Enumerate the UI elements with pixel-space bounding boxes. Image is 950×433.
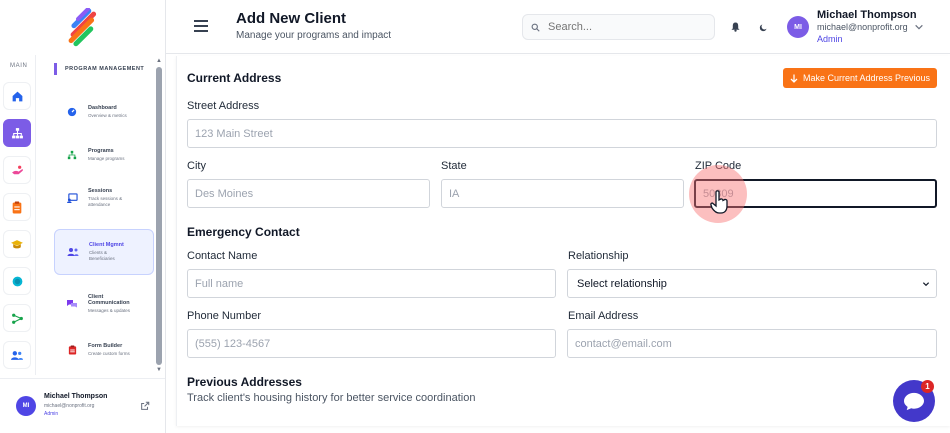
city-label: City (187, 160, 206, 172)
chat-notification-badge: 1 (921, 380, 934, 393)
sidebar-item-title: Programs (88, 148, 114, 154)
rail-network-button[interactable] (3, 304, 31, 332)
scroll-up-icon[interactable]: ▲ (155, 57, 163, 65)
relationship-label: Relationship (568, 250, 629, 262)
header-avatar[interactable]: MI (787, 16, 809, 38)
footer-user-email: michael@nonprofit.org (44, 403, 95, 409)
search-box[interactable] (522, 14, 715, 40)
sidebar-item-title: Dashboard (88, 105, 117, 111)
theme-toggle-button[interactable] (757, 21, 769, 33)
sidebar-item-client-communication[interactable]: Client Communication Messages & updates (54, 281, 154, 327)
footer-user-role: Admin (44, 411, 59, 417)
clipboard-icon (12, 201, 22, 213)
sidebar-item-title: Form Builder (88, 343, 123, 349)
sidebar-item-client-mgmnt[interactable]: Client Mgmnt Clients & Beneficiaries (54, 229, 154, 275)
contact-name-input[interactable] (187, 269, 556, 298)
sidebar-item-sub: Messages & updates (88, 308, 131, 313)
page-subtitle: Manage your programs and impact (236, 30, 392, 41)
sidebar-item-sub: Clients & Beneficiaries (89, 250, 115, 261)
relationship-select[interactable]: Select relationship (567, 269, 937, 298)
chat-icon (66, 298, 78, 310)
top-header: Add New Client Manage your programs and … (166, 0, 950, 54)
header-user-email: michael@nonprofit.org (817, 22, 908, 32)
globe-icon (12, 276, 22, 286)
relationship-select-value: Select relationship (577, 277, 667, 290)
sidebar-item-dashboard[interactable]: Dashboard Overview & metrics (54, 89, 154, 135)
sidebar-item-title: Client Mgmnt (89, 242, 124, 248)
share-nodes-icon (11, 313, 23, 324)
emergency-contact-heading: Emergency Contact (187, 225, 300, 239)
users-icon (11, 350, 23, 360)
sidebar-section-title: PROGRAM MANAGEMENT (54, 63, 144, 75)
footer-user-name: Michael Thompson (44, 393, 108, 400)
avatar[interactable]: MI (16, 396, 36, 416)
rail-global-button[interactable] (3, 267, 31, 295)
email-address-input[interactable] (567, 329, 937, 358)
rail-home-button[interactable] (3, 82, 31, 110)
sidebar-item-sub: Manage programs (88, 156, 125, 161)
sidebar-item-sessions[interactable]: Sessions Track sessions & attendance (54, 175, 154, 221)
header-user-name: Michael Thompson (817, 9, 917, 21)
scroll-thumb[interactable] (156, 67, 162, 365)
app-logo (68, 8, 97, 47)
email-address-label: Email Address (568, 310, 639, 322)
street-address-label: Street Address (187, 100, 260, 112)
rail-label: MAIN (10, 63, 28, 69)
sidebar-item-programs[interactable]: Programs Manage programs (54, 132, 154, 178)
rail-programs-button[interactable] (3, 119, 31, 147)
chevron-down-icon (922, 282, 930, 287)
make-address-previous-button[interactable]: Make Current Address Previous (783, 68, 937, 88)
clients-icon (67, 246, 79, 258)
previous-addresses-description: Track client's housing history for bette… (187, 392, 476, 404)
notifications-button[interactable] (729, 21, 741, 33)
external-link-icon[interactable] (140, 401, 150, 411)
chat-bubble-icon (904, 392, 924, 411)
sidebar-item-sub: Overview & metrics (88, 113, 127, 118)
rail-reports-button[interactable] (3, 193, 31, 221)
graduation-cap-icon (11, 239, 23, 248)
search-input[interactable] (548, 21, 698, 33)
sidebar: PROGRAM MANAGEMENT Dashboard Overview & m… (36, 55, 164, 375)
sidebar-item-form-builder[interactable]: Form Builder Create custom forms (54, 327, 154, 373)
hand-cursor-icon (710, 190, 728, 214)
city-input[interactable] (187, 179, 430, 208)
current-address-heading: Current Address (187, 71, 282, 85)
arrow-down-icon (790, 74, 798, 83)
sidebar-scrollbar[interactable]: ▲ ▼ (155, 57, 163, 375)
make-address-previous-label: Make Current Address Previous (802, 73, 931, 83)
phone-number-label: Phone Number (187, 310, 261, 322)
scroll-down-icon[interactable]: ▼ (155, 366, 163, 374)
sidebar-item-sub: Create custom forms (88, 351, 130, 356)
dashboard-icon (66, 106, 78, 118)
programs-icon (66, 149, 78, 161)
contact-name-label: Contact Name (187, 250, 258, 262)
sidebar-item-sub: Track sessions & attendance (88, 196, 123, 207)
home-icon (12, 91, 22, 101)
street-address-input[interactable] (187, 119, 937, 148)
state-label: State (441, 160, 467, 172)
sidebar-border (165, 0, 166, 433)
rail-education-button[interactable] (3, 230, 31, 258)
rail-donations-button[interactable] (3, 156, 31, 184)
sidebar-footer: MI Michael Thompson michael@nonprofit.or… (0, 378, 165, 433)
hand-heart-icon (11, 165, 23, 174)
state-input[interactable] (441, 179, 684, 208)
sidebar-item-title: Sessions (88, 188, 113, 194)
page-title: Add New Client (236, 10, 347, 27)
header-user-role: Admin (817, 34, 843, 44)
sitemap-icon (11, 127, 23, 138)
rail-users-button[interactable] (3, 341, 31, 369)
chevron-down-icon[interactable] (914, 22, 924, 32)
client-form-card: Current Address Make Current Address Pre… (176, 56, 950, 426)
moon-icon (759, 24, 766, 31)
bell-icon (730, 22, 740, 32)
search-icon (531, 23, 540, 32)
form-icon (66, 344, 78, 356)
hamburger-menu-icon[interactable] (194, 20, 208, 32)
phone-number-input[interactable] (187, 329, 556, 358)
sidebar-item-title: Client Communication (88, 294, 130, 306)
sessions-icon (66, 192, 78, 204)
previous-addresses-heading: Previous Addresses (187, 375, 302, 389)
